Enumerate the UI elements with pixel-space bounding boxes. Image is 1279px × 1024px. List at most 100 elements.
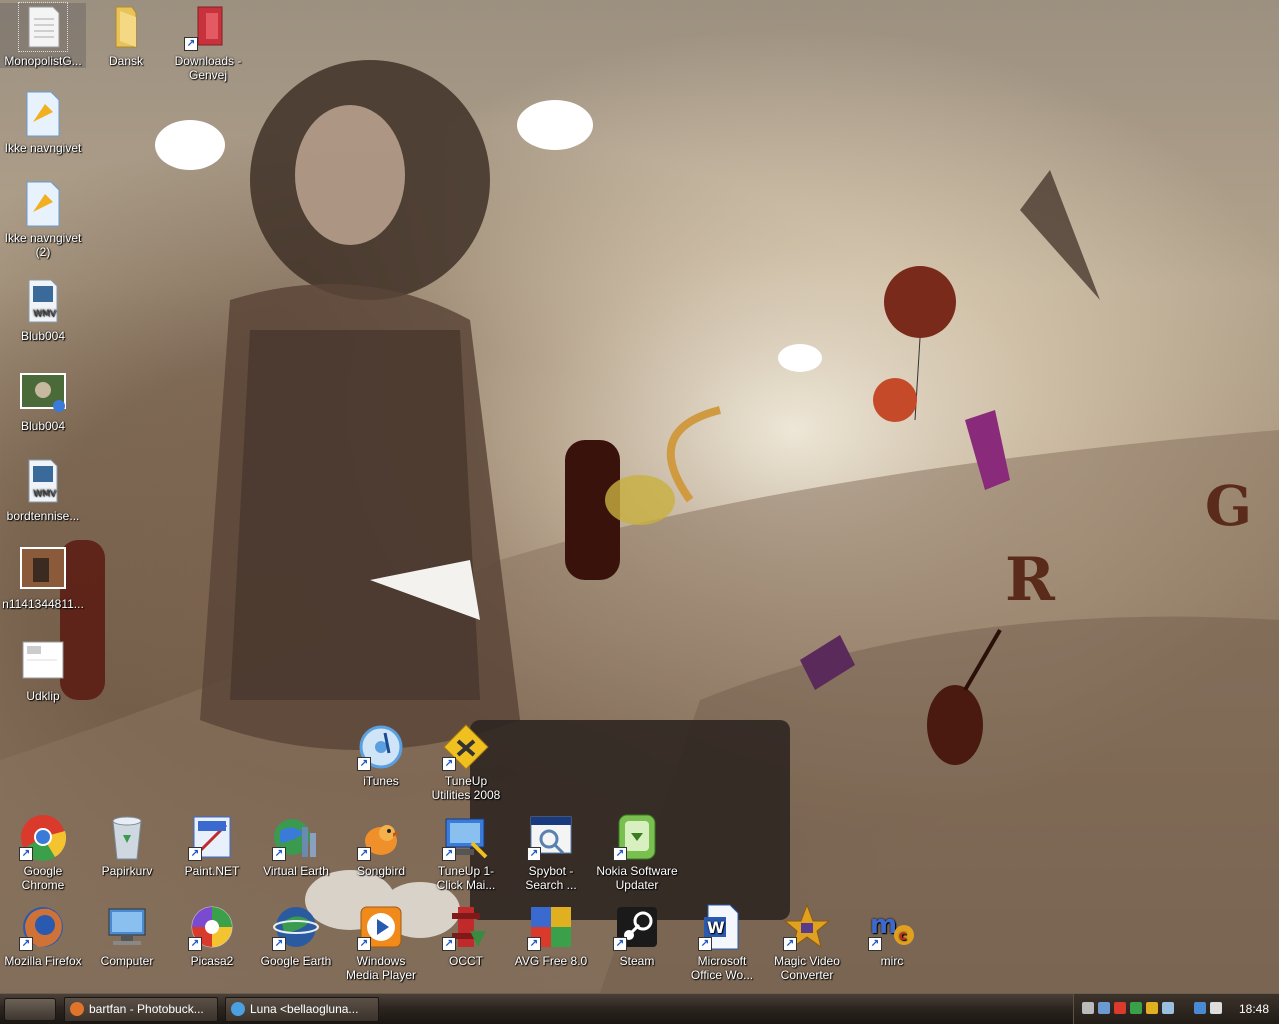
desktop-icon-windows-media-player[interactable]: ↗ Windows Media Player [338, 903, 424, 982]
chrome-icon: ↗ [19, 813, 67, 861]
taskbar-item-photobucket[interactable]: bartfan - Photobuck... [64, 997, 218, 1022]
svg-text:c: c [899, 929, 907, 944]
desktop-icon-blub004-photo[interactable]: Blub004 [0, 368, 86, 433]
icon-label: Blub004 [20, 329, 66, 343]
desktop-icon-mozilla-firefox[interactable]: ↗ Mozilla Firefox [0, 903, 86, 968]
desktop-icon-picasa2[interactable]: ↗ Picasa2 [169, 903, 255, 968]
steam-tray-icon[interactable] [1082, 1002, 1094, 1014]
start-button[interactable] [4, 998, 56, 1021]
video-converter-icon: ↗ [783, 903, 831, 951]
svg-text:m: m [870, 910, 897, 940]
firefox-icon: ↗ [19, 903, 67, 951]
shortcut-arrow-icon: ↗ [188, 937, 202, 951]
desktop-icon-computer[interactable]: Computer [84, 903, 170, 968]
desktop-icon-microsoft-word[interactable]: W ↗ Microsoft Office Wo... [679, 903, 765, 982]
occt-icon: ↗ [442, 903, 490, 951]
desktop-icon-dansk[interactable]: Dansk [83, 3, 169, 68]
desktop-icon-paint-net[interactable]: ↗ Paint.NET [169, 813, 255, 878]
desktop-icon-monopolist[interactable]: MonopolistG... [0, 2, 86, 68]
photo-thumbnail-icon [19, 368, 67, 416]
desktop-icon-ikke-navngivet-2[interactable]: Ikke navngivet (2) [0, 180, 86, 259]
desktop-icon-mirc[interactable]: mc ↗ mirc [849, 903, 935, 968]
songbird-icon: ↗ [357, 813, 405, 861]
antivirus-tray-icon[interactable] [1146, 1002, 1158, 1014]
desktop-icon-blub004-video[interactable]: WMV Blub004 [0, 278, 86, 343]
icon-label: Google Chrome [21, 864, 65, 892]
icon-label: iTunes [363, 774, 399, 788]
icon-label: Nokia Software Updater [596, 864, 678, 892]
media-player-icon: ↗ [357, 903, 405, 951]
shortcut-arrow-icon: ↗ [357, 757, 371, 771]
icon-label: Virtual Earth [263, 864, 329, 878]
shortcut-arrow-icon: ↗ [19, 937, 33, 951]
taskbar-item-label: Luna <bellaogluna... [250, 1002, 359, 1016]
nokia-updater-icon: ↗ [613, 813, 661, 861]
svg-text:WMV: WMV [33, 309, 57, 319]
safely-remove-tray-icon[interactable] [1130, 1002, 1142, 1014]
wmv-video-icon: WMV [19, 278, 67, 326]
icon-label: bordtennise... [6, 509, 80, 523]
icon-label: OCCT [449, 954, 483, 968]
taskbar-item-luna[interactable]: Luna <bellaogluna... [225, 997, 379, 1022]
icon-label: Blub004 [20, 419, 66, 433]
desktop-icon-tuneup-maintenance[interactable]: ↗ TuneUp 1-Click Mai... [423, 813, 509, 892]
shortcut-arrow-icon: ↗ [184, 37, 198, 51]
desktop-icon-avg-free[interactable]: ↗ AVG Free 8.0 [508, 903, 594, 968]
desktop-icon-tuneup-utilities[interactable]: ↗ TuneUp Utilities 2008 [423, 723, 509, 802]
monitor-tray-icon[interactable] [1194, 1002, 1206, 1014]
svg-text:R: R [1005, 545, 1056, 615]
desktop-icon-udklip[interactable]: Udklip [0, 638, 86, 703]
shortcut-arrow-icon: ↗ [442, 757, 456, 771]
taskbar: bartfan - Photobuck... Luna <bellaogluna… [0, 993, 1279, 1024]
tuneup-icon: ↗ [442, 723, 490, 771]
icon-label: Steam [619, 954, 655, 968]
shortcut-arrow-icon: ↗ [357, 847, 371, 861]
icon-label: MonopolistG... [4, 54, 82, 68]
desktop-icon-steam[interactable]: ↗ Steam [594, 903, 680, 968]
avg-icon: ↗ [527, 903, 575, 951]
shortcut-arrow-icon: ↗ [357, 937, 371, 951]
network-tray-icon[interactable] [1098, 1002, 1110, 1014]
desktop-icon-ikke-navngivet[interactable]: Ikke navngivet [0, 90, 86, 155]
shortcut-arrow-icon: ↗ [527, 937, 541, 951]
desktop-icon-spybot[interactable]: ↗ Spybot - Search ... [508, 813, 594, 892]
desktop-icon-google-earth[interactable]: ↗ Google Earth [253, 903, 339, 968]
itunes-icon: ↗ [357, 723, 405, 771]
virtual-earth-icon: ↗ [272, 813, 320, 861]
icon-label: Mozilla Firefox [4, 954, 82, 968]
icon-label: Ikke navngivet [4, 141, 82, 155]
shortcut-arrow-icon: ↗ [868, 937, 882, 951]
google-earth-icon: ↗ [272, 903, 320, 951]
security-tray-icon[interactable] [1114, 1002, 1126, 1014]
desktop-icon-songbird[interactable]: ↗ Songbird [338, 813, 424, 878]
wmv-video-icon: WMV [19, 458, 67, 506]
desktop-icon-bordtennis[interactable]: WMV bordtennise... [0, 458, 86, 523]
desktop-icon-magic-video-converter[interactable]: ↗ Magic Video Converter [764, 903, 850, 982]
icon-label: Google Earth [260, 954, 332, 968]
tuneup-maintenance-icon: ↗ [442, 813, 490, 861]
taskbar-clock[interactable]: 18:48 [1239, 1002, 1269, 1016]
desktop-icon-itunes[interactable]: ↗ iTunes [338, 723, 424, 788]
image-file-icon [19, 90, 67, 138]
icon-label: Computer [100, 954, 154, 968]
mirc-icon: mc ↗ [868, 903, 916, 951]
desktop-icon-downloads[interactable]: ↗ Downloads - Genvej [165, 3, 251, 82]
volume-tray-icon[interactable] [1210, 1002, 1222, 1014]
icon-label: mirc [880, 954, 904, 968]
music-tray-icon[interactable] [1162, 1002, 1174, 1014]
shortcut-arrow-icon: ↗ [613, 937, 627, 951]
desktop-icon-nokia-updater[interactable]: ↗ Nokia Software Updater [594, 813, 680, 892]
desktop-icon-virtual-earth[interactable]: ↗ Virtual Earth [253, 813, 339, 878]
icon-label: Papirkurv [101, 864, 153, 878]
word-icon: W ↗ [698, 903, 746, 951]
desktop-icon-occt[interactable]: ↗ OCCT [423, 903, 509, 968]
desktop-icon-papirkurv[interactable]: Papirkurv [84, 813, 170, 878]
shortcut-arrow-icon: ↗ [698, 937, 712, 951]
folder-icon [102, 3, 150, 51]
image-file-icon [19, 180, 67, 228]
icon-label: AVG Free 8.0 [514, 954, 588, 968]
downloads-folder-icon: ↗ [184, 3, 232, 51]
icon-label: Picasa2 [190, 954, 234, 968]
desktop-icon-n1141344811[interactable]: n1141344811... [0, 546, 86, 611]
desktop-icon-google-chrome[interactable]: ↗ Google Chrome [0, 813, 86, 892]
